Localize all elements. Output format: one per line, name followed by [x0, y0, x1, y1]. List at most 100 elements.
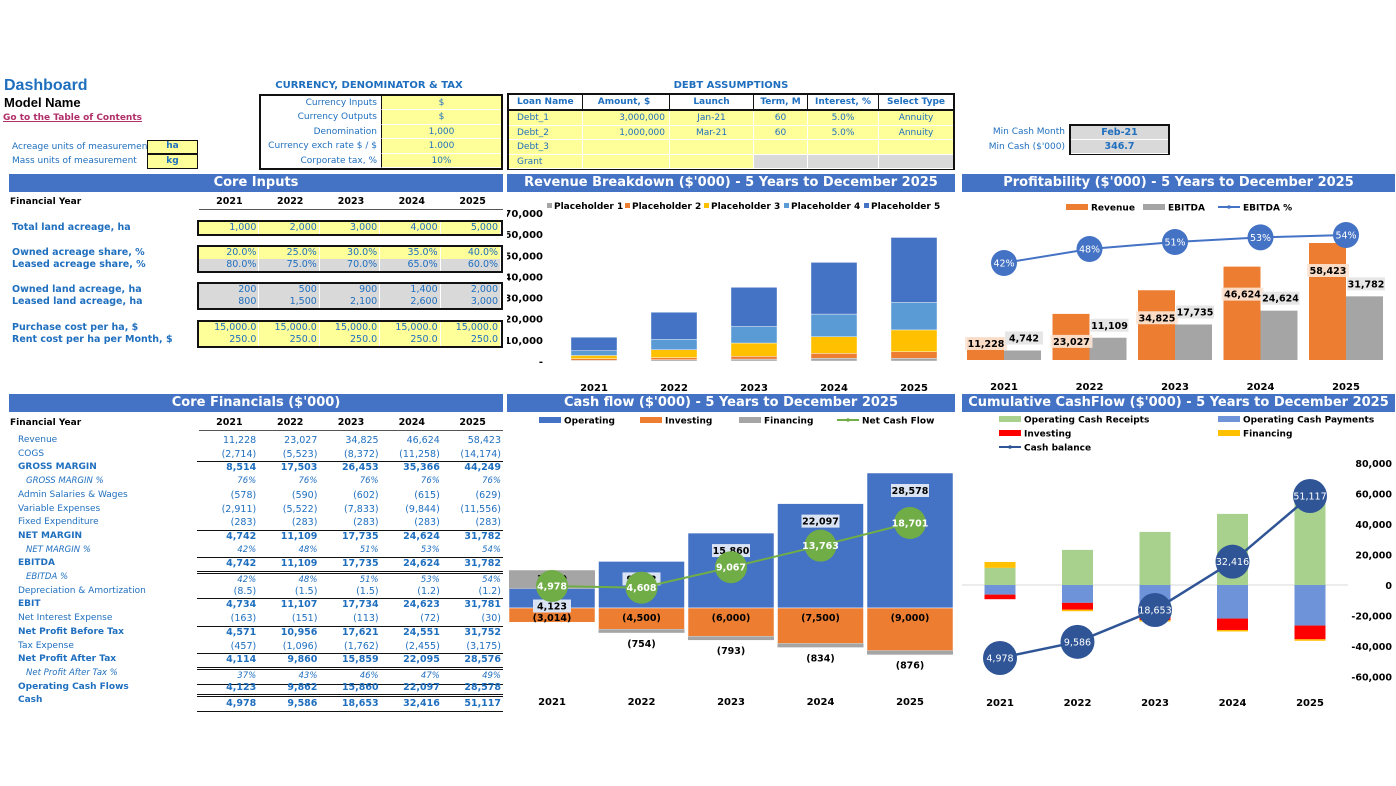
x-tick-label: 2024: [1247, 382, 1275, 393]
financials-cell: 76%: [298, 476, 318, 487]
y-tick-label: 40,000: [507, 272, 543, 283]
debt-cell-interest[interactable]: 5.0%: [808, 125, 879, 139]
financials-cell: (629): [475, 489, 502, 501]
core-input-cell[interactable]: 15,000.0: [380, 322, 441, 334]
legend-revenue-label: Revenue: [1091, 204, 1135, 214]
debt-cell-interest[interactable]: [808, 140, 879, 154]
acreage-units-input[interactable]: ha: [147, 140, 198, 154]
currency-outputs-label: Currency Outputs: [261, 110, 381, 125]
ebitda-pct-label: 51%: [1164, 238, 1185, 249]
financing-bar: [984, 561, 1016, 568]
denomination-label: Denomination: [261, 124, 381, 140]
financials-cell: (283): [230, 517, 257, 529]
core-input-cell[interactable]: 2,000: [259, 222, 320, 234]
core-input-cell[interactable]: 25.0%: [259, 247, 320, 259]
currency-inputs-value[interactable]: $: [381, 96, 501, 111]
core-input-row: 20.0% 25.0% 30.0% 35.0% 40.0%: [199, 247, 502, 259]
bar-segment-placeholder-3: [810, 336, 858, 354]
bar-segment-placeholder-5: [810, 262, 858, 315]
core-input-cell[interactable]: 4,000: [380, 222, 441, 234]
debt-cell-amount[interactable]: 1,000,000: [583, 125, 670, 139]
debt-cell-launch[interactable]: [670, 154, 754, 168]
debt-cell-interest[interactable]: [808, 154, 879, 168]
core-input-cell[interactable]: 250.0: [259, 334, 320, 346]
debt-cell-interest[interactable]: 5.0%: [808, 111, 879, 125]
financials-cell: 18,653: [341, 698, 379, 710]
core-input-cell[interactable]: 250.0: [199, 334, 260, 346]
corporate-tax-value[interactable]: 10%: [381, 153, 501, 168]
core-input-cell[interactable]: 3,000: [320, 222, 381, 234]
debt-cell-launch[interactable]: Mar-21: [670, 125, 754, 139]
debt-cell-term[interactable]: 60: [754, 125, 808, 139]
core-input-cell[interactable]: 15,000.0: [320, 322, 381, 334]
legend-ebitda-pct-label: EBITDA %: [1243, 204, 1292, 214]
net-cash-flow-label: 18,701: [892, 519, 929, 530]
revenue-bar: [1138, 290, 1175, 360]
financials-cell: (1.2): [417, 585, 440, 597]
net-cash-flow-label: 13,763: [802, 541, 839, 552]
debt-col-amount: Amount, $: [583, 95, 670, 109]
core-input-label: Total land acreage, ha: [12, 222, 131, 233]
debt-cell-term[interactable]: [754, 140, 808, 154]
toc-link[interactable]: Go to the Table of Contents: [3, 113, 142, 123]
core-input-cell[interactable]: 40.0%: [441, 247, 502, 259]
exch-rate-value[interactable]: 1.000: [381, 139, 501, 154]
core-input-cell[interactable]: 35.0%: [380, 247, 441, 259]
core-input-cell[interactable]: 250.0: [380, 334, 441, 346]
core-inputs-group: 20.0% 25.0% 30.0% 35.0% 40.0% 80.0% 75.0% 70.0%…: [197, 245, 503, 273]
revenue-data-label: 23,027: [1053, 337, 1090, 348]
core-inputs-header: Core Inputs: [9, 174, 503, 192]
debt-cell-type[interactable]: [879, 154, 953, 168]
debt-cell-launch[interactable]: [670, 140, 754, 154]
financials-row-label: Fixed Expenditure: [18, 517, 99, 528]
core-input-cell[interactable]: 20.0%: [199, 247, 260, 259]
financials-cell: (113): [353, 613, 379, 625]
core-input-cell[interactable]: 5,000: [441, 222, 502, 234]
bar-segment-placeholder-1: [810, 358, 858, 362]
core-input-cell[interactable]: 1,000: [199, 222, 260, 234]
core-input-cell: 2,600: [380, 296, 441, 308]
x-tick-label: 2025: [1296, 698, 1324, 709]
financing-data-label: (876): [896, 661, 925, 672]
legend-financing-swatch: [1218, 430, 1240, 436]
financials-cell: (1.5): [356, 585, 379, 597]
financials-cell: 54%: [482, 544, 502, 555]
financials-cell: 42%: [237, 544, 257, 555]
net-cash-flow-label: 4,608: [626, 583, 656, 594]
core-input-label: Owned land acreage, ha: [12, 284, 142, 295]
financials-cell: 11,228: [222, 435, 257, 446]
investing-bar: [984, 594, 1016, 600]
debt-cell-type[interactable]: [879, 140, 953, 154]
debt-cell-amount[interactable]: 3,000,000: [583, 111, 670, 125]
financials-row-label: Net Profit After Tax: [18, 654, 117, 665]
financials-row: Tax Expense (457) (1,096) (1,762) (2,455) (3,…: [0, 640, 503, 655]
debt-cell-amount[interactable]: [583, 154, 670, 168]
bar-segment-placeholder-1: [730, 358, 778, 362]
ebitda-data-label: 11,109: [1091, 321, 1128, 332]
debt-cell-term[interactable]: [754, 154, 808, 168]
debt-cell-term[interactable]: 60: [754, 111, 808, 125]
y-tick-label: -40,000: [1351, 642, 1392, 653]
debt-cell-type[interactable]: Annuity: [879, 111, 953, 125]
debt-cell-amount[interactable]: [583, 140, 670, 154]
debt-cell-launch[interactable]: Jan-21: [670, 111, 754, 125]
bar-segment-placeholder-1: [890, 358, 938, 362]
debt-cell-type[interactable]: Annuity: [879, 126, 953, 140]
financials-row: NET MARGIN % 42% 48% 51% 53% 54%: [0, 544, 503, 559]
legend-cash-balance-swatch-marker: [1008, 445, 1012, 449]
y-tick-label: 50,000: [507, 251, 543, 262]
denomination-value[interactable]: 1,000: [381, 124, 501, 140]
core-input-cell[interactable]: 250.0: [441, 334, 502, 346]
mass-units-input[interactable]: kg: [147, 154, 198, 169]
currency-outputs-value[interactable]: $: [381, 110, 501, 125]
core-input-cell[interactable]: 15,000.0: [259, 322, 320, 334]
core-input-cell[interactable]: 15,000.0: [199, 322, 260, 334]
core-input-cell[interactable]: 15,000.0: [441, 322, 502, 334]
core-input-cell[interactable]: 250.0: [320, 334, 381, 346]
financials-row: GROSS MARGIN 8,514 17,503 26,453 35,366 44,24…: [0, 461, 503, 475]
financials-cell: (1.2): [478, 585, 502, 597]
core-input-cell[interactable]: 30.0%: [320, 247, 381, 259]
core-input-cell: 200: [199, 284, 260, 296]
y-tick-label: -: [539, 357, 543, 368]
y-tick-label: 0: [1385, 581, 1392, 592]
